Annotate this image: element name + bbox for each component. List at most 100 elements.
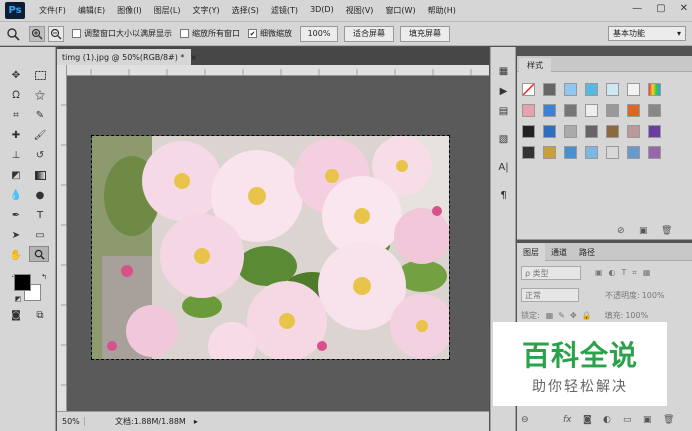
menu-type[interactable]: 文字(Y) [186,5,225,16]
style-swatch[interactable] [606,104,619,117]
history-brush-tool-icon[interactable]: ↺ [30,147,50,163]
menu-file[interactable]: 文件(F) [33,5,72,16]
menu-layer[interactable]: 图层(L) [148,5,187,16]
tab-paths[interactable]: 路径 [573,243,601,261]
style-swatch[interactable] [585,83,598,96]
scrubby-zoom-checkbox[interactable]: ✔ 细微缩放 [248,28,292,39]
tab-channels[interactable]: 通道 [545,243,573,261]
foreground-color-swatch[interactable] [14,274,31,291]
style-swatch[interactable] [543,83,556,96]
check-icon[interactable]: ✔ [248,29,257,38]
style-swatch[interactable] [627,146,640,159]
style-swatch[interactable] [627,125,640,138]
style-swatch[interactable] [522,104,535,117]
dodge-tool-icon[interactable]: ● [30,187,50,203]
zoom-in-button[interactable] [29,25,45,42]
style-swatch[interactable] [648,125,661,138]
zoom-all-windows-checkbox[interactable]: 缩放所有窗口 [180,28,240,39]
adjustment-layer-icon[interactable]: ◐ [603,415,611,425]
paths-panel-icon[interactable]: ▧ [495,131,512,147]
zoom-out-button[interactable] [48,25,64,42]
new-style-icon[interactable]: ▣ [639,226,648,236]
default-colors-icon[interactable]: ◩ [8,291,28,307]
quick-mask-icon[interactable]: ◙ [6,307,26,323]
fx-icon[interactable]: fx [563,415,572,425]
eyedropper-tool-icon[interactable]: ✎ [30,107,50,123]
layer-filter-select[interactable]: ρ 类型 [521,266,581,280]
history-panel-icon[interactable]: ▦ [495,63,512,79]
style-swatch[interactable] [585,146,598,159]
flower-photo[interactable] [91,135,450,360]
document-tab[interactable]: timg (1).jpg @ 50%(RGB/8#) * × [57,49,197,65]
style-swatch[interactable] [543,146,556,159]
actions-play-icon[interactable]: ▶ [495,83,512,99]
vertical-ruler[interactable] [57,65,67,411]
workspace-select[interactable]: 基本功能 ▾ [608,26,686,41]
style-swatch[interactable] [522,146,535,159]
trash-icon[interactable]: 🗑 [661,226,672,236]
zoom-level[interactable]: 50% [57,417,85,426]
character-panel-icon[interactable]: A| [495,159,512,175]
lasso-tool-icon[interactable]: ᘯ [6,87,26,103]
style-swatch[interactable] [627,104,640,117]
style-swatch[interactable] [543,104,556,117]
blur-tool-icon[interactable]: 💧 [6,187,26,203]
style-swatch[interactable] [543,125,556,138]
clear-style-icon[interactable]: ⊘ [617,226,625,236]
blend-mode-select[interactable]: 正常 [521,288,579,302]
type-tool-icon[interactable]: T [30,207,50,223]
style-swatch[interactable] [606,146,619,159]
pen-tool-icon[interactable]: ✒ [6,207,26,223]
style-swatch[interactable] [585,125,598,138]
close-tab-icon[interactable]: × [190,53,197,62]
style-swatch[interactable] [648,104,661,117]
eraser-tool-icon[interactable]: ◩ [6,167,26,183]
minimize-button[interactable]: — [632,3,642,14]
style-swatch[interactable] [627,83,640,96]
magic-wand-tool-icon[interactable]: ⚝ [30,87,50,103]
close-button[interactable]: ✕ [680,3,688,14]
paragraph-panel-icon[interactable]: ¶ [495,187,512,203]
maximize-button[interactable]: ▢ [656,3,665,14]
link-layers-icon[interactable]: ⊖ [521,415,529,425]
fill-screen-button[interactable]: 填充屏幕 [400,25,450,42]
hand-tool-icon[interactable]: ✋ [6,247,26,263]
menu-select[interactable]: 选择(S) [226,5,265,16]
style-swatch[interactable] [522,125,535,138]
tab-styles[interactable]: 样式 [519,58,551,72]
gradient-tool-icon[interactable] [30,167,50,183]
checkbox-box[interactable] [72,29,81,38]
style-swatch[interactable] [585,104,598,117]
zoom-tool-preset-icon[interactable] [0,27,26,41]
fill-value[interactable]: 100% [625,311,648,320]
style-swatch[interactable] [648,146,661,159]
menu-view[interactable]: 视图(V) [340,5,380,16]
zoom-tool-icon[interactable] [29,246,49,262]
hundred-percent-button[interactable]: 100% [300,25,338,42]
menu-3d[interactable]: 3D(D) [304,5,340,16]
screen-mode-icon[interactable]: ⧉ [30,307,50,323]
style-swatch[interactable] [606,83,619,96]
marquee-tool-icon[interactable] [30,67,50,83]
tab-layers[interactable]: 图层 [517,243,545,261]
style-swatch[interactable] [606,125,619,138]
menu-filter[interactable]: 滤镜(T) [265,5,304,16]
crop-tool-icon[interactable]: ⌗ [6,107,26,123]
style-swatch[interactable] [564,104,577,117]
menu-window[interactable]: 窗口(W) [379,5,421,16]
move-tool-icon[interactable]: ✥ [6,67,26,83]
fit-screen-button[interactable]: 适合屏幕 [344,25,394,42]
resize-windows-checkbox[interactable]: 调整窗口大小以满屏显示 [72,28,172,39]
style-swatch[interactable] [522,83,535,96]
lock-icons[interactable]: ▦✎✥🔒 [546,311,597,320]
checkbox-box[interactable] [180,29,189,38]
new-layer-icon[interactable]: ▣ [643,415,652,425]
add-mask-icon[interactable]: ◙ [583,415,592,425]
group-icon[interactable]: ▭ [623,415,632,425]
delete-layer-icon[interactable]: 🗑 [663,415,674,425]
style-swatch[interactable] [564,83,577,96]
brush-tool-icon[interactable]: 🖌 [30,127,50,143]
rectangle-tool-icon[interactable]: ▭ [30,227,50,243]
swap-colors-icon[interactable]: ↰ [34,269,54,285]
horizontal-ruler[interactable] [67,65,489,76]
